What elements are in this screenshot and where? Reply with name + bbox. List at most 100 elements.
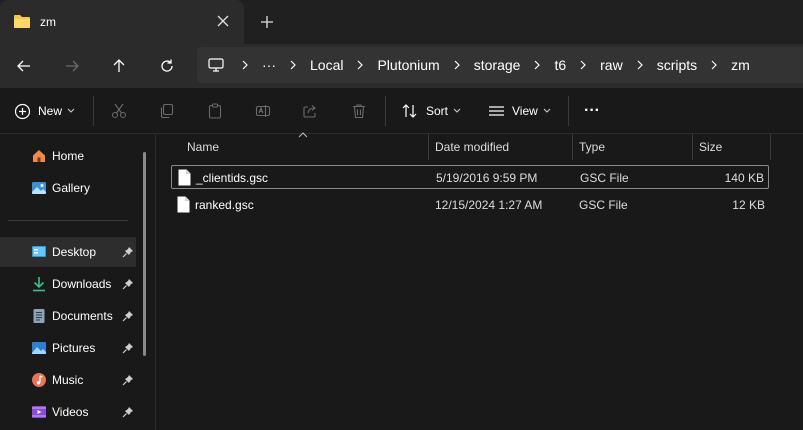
navigation-bar: ··· Local Plutonium storage t6 raw scrip… — [0, 44, 803, 88]
sidebar-item-label: Music — [52, 373, 84, 387]
breadcrumb-t6[interactable]: t6 — [549, 57, 571, 73]
pin-icon[interactable] — [122, 310, 134, 322]
pictures-icon — [32, 342, 46, 354]
sort-ascending-icon — [298, 132, 308, 138]
forward-button[interactable] — [58, 52, 86, 80]
column-name[interactable]: Name — [187, 134, 219, 160]
refresh-icon — [161, 59, 173, 72]
paste-button[interactable] — [207, 99, 223, 123]
close-icon[interactable] — [215, 13, 231, 29]
address-bar[interactable]: ··· Local Plutonium storage t6 raw scrip… — [197, 47, 803, 83]
refresh-button[interactable] — [153, 52, 181, 80]
videos-icon — [32, 406, 46, 418]
file-name: ranked.gsc — [195, 198, 254, 212]
sidebar-item-desktop[interactable]: Desktop — [0, 237, 136, 267]
view-label: View — [512, 104, 538, 118]
column-type[interactable]: Type — [579, 134, 605, 160]
file-icon — [178, 169, 191, 186]
chevron-right-icon — [525, 60, 549, 70]
gallery-icon — [32, 182, 46, 194]
tab-zm[interactable]: zm — [0, 0, 244, 44]
breadcrumb-local[interactable]: Local — [305, 57, 348, 73]
column-date-modified[interactable]: Date modified — [435, 134, 509, 160]
copy-button[interactable] — [159, 99, 175, 123]
pin-icon[interactable] — [122, 246, 134, 258]
sidebar-item-downloads[interactable]: Downloads — [0, 269, 136, 299]
view-list-icon — [489, 106, 504, 116]
sidebar-item-music[interactable]: Music — [0, 365, 136, 395]
tab-title: zm — [40, 15, 56, 29]
command-bar: New Sort View ··· — [0, 88, 803, 134]
sort-button[interactable]: Sort — [401, 99, 461, 123]
chevron-right-icon — [628, 60, 652, 70]
command-separator — [568, 96, 569, 126]
sidebar-item-label: Downloads — [52, 277, 112, 291]
more-options-button[interactable]: ··· — [584, 99, 600, 123]
sidebar-item-home[interactable]: Home — [0, 141, 136, 171]
chevron-right-icon — [702, 60, 726, 70]
new-button[interactable]: New — [14, 99, 75, 123]
pin-icon[interactable] — [122, 406, 134, 418]
sidebar-divider — [8, 220, 128, 221]
sidebar-item-label: Videos — [52, 405, 89, 419]
sidebar-item-pictures[interactable]: Pictures — [0, 333, 136, 363]
pin-icon[interactable] — [122, 374, 134, 386]
computer-icon[interactable] — [207, 57, 225, 73]
column-separator[interactable] — [572, 134, 573, 160]
chevron-right-icon — [571, 60, 595, 70]
chevron-right-icon — [233, 60, 257, 70]
file-date-modified: 5/19/2016 9:59 PM — [436, 171, 538, 185]
column-separator[interactable] — [692, 134, 693, 160]
sidebar-item-documents[interactable]: Documents — [0, 301, 136, 331]
breadcrumb-storage[interactable]: storage — [469, 57, 526, 73]
sidebar-item-gallery[interactable]: Gallery — [0, 173, 136, 203]
breadcrumb: ··· Local Plutonium storage t6 raw scrip… — [207, 47, 755, 83]
back-button[interactable] — [10, 52, 38, 80]
column-separator[interactable] — [428, 134, 429, 160]
sidebar-item-label: Desktop — [52, 245, 97, 259]
file-size: 12 KB — [732, 198, 765, 212]
file-date-modified: 12/15/2024 1:27 AM — [435, 198, 543, 212]
pin-icon[interactable] — [122, 342, 134, 354]
chevron-down-icon — [543, 108, 551, 113]
downloads-icon — [33, 277, 45, 292]
breadcrumb-overflow[interactable]: ··· — [257, 57, 281, 73]
chevron-down-icon — [67, 108, 75, 113]
command-separator — [93, 96, 94, 126]
title-bar: zm — [0, 0, 803, 44]
file-size: 140 KB — [724, 171, 764, 185]
arrow-left-icon — [17, 60, 30, 72]
plus-circle-icon — [14, 103, 31, 119]
new-tab-icon[interactable] — [259, 14, 275, 30]
share-button[interactable] — [302, 99, 318, 123]
column-separator[interactable] — [770, 134, 771, 160]
navigation-pane: Home Gallery Desktop Downloads Documents… — [0, 134, 156, 430]
breadcrumb-plutonium[interactable]: Plutonium — [372, 57, 444, 73]
column-header-row: Name Date modified Type Size — [157, 132, 803, 160]
breadcrumb-zm[interactable]: zm — [726, 57, 755, 73]
sidebar-item-videos[interactable]: Videos — [0, 397, 136, 427]
paste-icon — [208, 103, 222, 119]
breadcrumb-scripts[interactable]: scripts — [652, 57, 702, 73]
rename-button[interactable] — [255, 99, 271, 123]
chevron-down-icon — [453, 108, 461, 113]
sidebar-scrollbar[interactable] — [143, 152, 146, 356]
home-icon — [33, 150, 45, 162]
chevron-right-icon — [281, 60, 305, 70]
file-row[interactable]: ranked.gsc 12/15/2024 1:27 AM GSC File 1… — [171, 193, 769, 217]
file-row[interactable]: _clientids.gsc 5/19/2016 9:59 PM GSC Fil… — [171, 165, 769, 189]
delete-button[interactable] — [351, 99, 367, 123]
sort-label: Sort — [426, 104, 449, 118]
file-icon — [177, 196, 190, 213]
pin-icon[interactable] — [122, 278, 134, 290]
column-size[interactable]: Size — [699, 134, 722, 160]
file-list: Name Date modified Type Size _clientids.… — [157, 132, 803, 430]
cut-button[interactable] — [111, 99, 127, 123]
breadcrumb-raw[interactable]: raw — [595, 57, 628, 73]
arrow-up-icon — [113, 59, 125, 72]
command-separator — [385, 96, 386, 126]
copy-icon — [160, 103, 174, 119]
sidebar-item-label: Gallery — [52, 181, 91, 195]
view-button[interactable]: View — [488, 99, 551, 123]
up-button[interactable] — [105, 52, 133, 80]
